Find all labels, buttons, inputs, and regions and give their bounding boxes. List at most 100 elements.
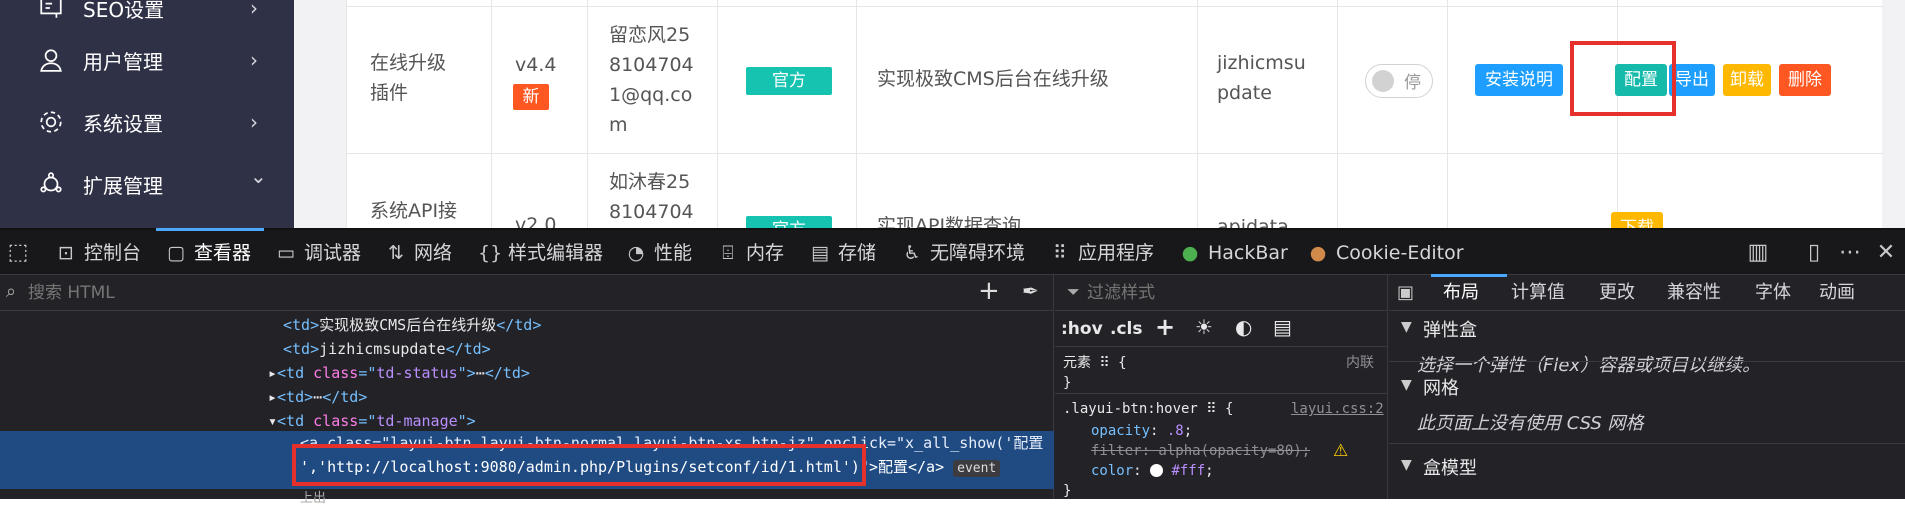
plugin-version: v4.4 (515, 54, 557, 76)
toggle-pane-icon[interactable]: ▣ (1397, 282, 1414, 303)
plugin-name: 在线升级 插件 (370, 52, 447, 104)
sidebar-item-label: 系统设置 (83, 111, 163, 136)
box-model-header[interactable]: 盒模型 (1423, 454, 1477, 480)
tab-debugger[interactable]: ▭ 调试器 (274, 230, 361, 276)
code-line[interactable]: ▸<td class="td-status">⋯</td> (268, 361, 530, 385)
tab-accessibility[interactable]: ♿ 无障碍环境 (900, 230, 1025, 276)
subtab-layout[interactable]: 布局 (1443, 275, 1479, 311)
official-badge: 官方 (746, 216, 832, 228)
class-toggle[interactable]: .cls (1110, 319, 1142, 339)
flexbox-header[interactable]: 弹性盒 (1423, 316, 1477, 342)
code-line[interactable]: <td>实现极致CMS后台在线升级</td> (283, 313, 541, 337)
element-rule[interactable]: 元素 ⠿ { (1063, 351, 1127, 375)
plugin-filename: apidata (1217, 216, 1289, 228)
download-button[interactable]: 下载 (1611, 212, 1663, 228)
filter-icon: ⏷ (1067, 282, 1080, 301)
collapse-arrow-icon[interactable]: ▼ (1401, 457, 1412, 473)
debugger-icon: ▭ (277, 242, 295, 264)
add-node-icon[interactable]: + (978, 276, 1000, 306)
html-search-bar: ⌕ + ✒ (0, 275, 1054, 311)
memory-icon: ⌹ (722, 242, 734, 264)
light-mode-icon[interactable]: ☀ (1195, 315, 1213, 339)
subtab-fonts[interactable]: 字体 (1755, 275, 1791, 311)
status-label: 停 (1404, 73, 1421, 93)
tab-inspector[interactable]: ▢ 查看器 (164, 230, 251, 276)
tab-style-editor[interactable]: {} 样式编辑器 (478, 230, 603, 276)
warning-icon: ⚠ (1333, 441, 1349, 461)
subtab-animations[interactable]: 动画 (1819, 275, 1855, 311)
expand-arrow-icon[interactable]: ▸ (268, 364, 277, 382)
extension-icon (40, 172, 62, 193)
collapse-arrow-icon[interactable]: ▾ (268, 412, 277, 430)
uninstall-button[interactable]: 卸载 (1723, 64, 1771, 96)
css-declaration[interactable]: color: #fff; (1091, 459, 1214, 483)
search-html-input[interactable] (28, 279, 928, 307)
storage-icon: ▤ (811, 242, 829, 264)
code-line[interactable]: <td>jizhicmsupdate</td> (283, 337, 491, 361)
plugin-description: 实现API数据查询 (877, 215, 1022, 228)
rules-panel: ⏷ :hov .cls + ☀ ◐ ▤ 元素 ⠿ { 内联 } .layui-b… (1055, 275, 1388, 499)
filter-styles-input[interactable] (1087, 279, 1367, 307)
devtools-panel: ⬚ ⊡ 控制台 ▢ 查看器 ▭ 调试器 ⇅ 网络 {} 样式编辑器 ◔ 性能 ⌹ 内存 ▤ 存储… (0, 228, 1905, 506)
chevron-down-icon: ⌄ (250, 164, 267, 188)
hover-toggle[interactable]: :hov (1061, 319, 1103, 339)
sidebar-item-users[interactable]: 用户管理 › (0, 30, 294, 90)
accessibility-icon: ♿ (903, 242, 921, 264)
code-line[interactable]: ▾<td class="td-manage"> (268, 409, 476, 433)
subtab-changes[interactable]: 更改 (1599, 275, 1635, 311)
sidebar-item-extensions[interactable]: 扩展管理 ⌄ (0, 154, 294, 214)
performance-icon: ◔ (627, 242, 645, 264)
toggle-sidebar-icon[interactable]: ▥ (1744, 239, 1772, 267)
plugin-author: 留恋风25 8104704 1@qq.co m (609, 24, 694, 136)
responsive-design-icon[interactable]: ▯ (1800, 239, 1828, 267)
status-toggle[interactable]: 停 (1365, 64, 1433, 98)
collapse-arrow-icon[interactable]: ▼ (1401, 319, 1412, 335)
admin-sidebar: SEO设置 › 用户管理 › 系统设置 › 扩展管理 ⌄ (0, 0, 294, 228)
event-badge[interactable]: event (953, 460, 1001, 477)
eyedropper-icon[interactable]: ✒ (1022, 279, 1039, 303)
user-icon (40, 49, 62, 72)
install-help-button[interactable]: 安装说明 (1475, 64, 1563, 96)
chevron-right-icon: › (250, 0, 258, 20)
subtab-compatibility[interactable]: 兼容性 (1667, 275, 1721, 311)
code-line[interactable]: ▸<td>⋯</td> (268, 385, 367, 409)
subtab-computed[interactable]: 计算值 (1511, 275, 1565, 311)
close-icon[interactable]: ✕ (1872, 239, 1900, 267)
inspector-icon: ▢ (167, 242, 185, 264)
expand-arrow-icon[interactable]: ▸ (268, 388, 277, 406)
sidebar-item-label: 用户管理 (83, 49, 163, 74)
tab-network[interactable]: ⇅ 网络 (384, 230, 452, 276)
layout-subtabs: ▣ 布局 计算值 更改 兼容性 字体 动画 (1389, 274, 1905, 311)
tab-memory[interactable]: ⌹ 内存 (716, 230, 784, 276)
chevron-right-icon: › (250, 48, 258, 72)
official-badge: 官方 (746, 67, 832, 95)
add-rule-icon[interactable]: + (1155, 313, 1175, 341)
tab-storage[interactable]: ▤ 存储 (808, 230, 876, 276)
plugin-filename: jizhicmsu pdate (1217, 52, 1306, 104)
code-line[interactable]: 上出 (300, 487, 326, 511)
tab-console[interactable]: ⊡ 控制台 (54, 230, 141, 276)
tab-application[interactable]: ⠿ 应用程序 (1048, 230, 1154, 276)
flexbox-description: 选择一个弹性（Flex）容器或项目以继续。 (1417, 355, 1761, 376)
css-selector[interactable]: .layui-btn:hover ⠿ { (1063, 397, 1233, 421)
new-badge: 新 (513, 84, 549, 110)
tab-cookie-editor[interactable]: ● Cookie-Editor (1306, 230, 1464, 276)
color-swatch[interactable] (1150, 464, 1164, 477)
highlight-box-config-button (1570, 41, 1676, 116)
sidebar-item-system-settings[interactable]: 系统设置 › (0, 92, 294, 152)
dark-mode-icon[interactable]: ◐ (1235, 315, 1252, 339)
tab-hackbar[interactable]: ● HackBar (1178, 230, 1288, 276)
grid-description: 此页面上没有使用 CSS 网格 (1417, 413, 1644, 434)
plugin-version: v2.0 (515, 214, 557, 228)
stylesheet-link[interactable]: layui.css:2 (1291, 397, 1384, 421)
hackbar-icon: ● (1181, 242, 1199, 264)
collapse-arrow-icon[interactable]: ▼ (1401, 377, 1412, 393)
tab-performance[interactable]: ◔ 性能 (624, 230, 692, 276)
style-editor-icon: {} (478, 242, 503, 264)
cookie-icon: ● (1309, 242, 1327, 264)
delete-button[interactable]: 删除 (1779, 64, 1831, 96)
grid-header[interactable]: 网格 (1423, 374, 1459, 400)
element-picker-icon[interactable]: ⬚ (4, 239, 32, 267)
print-media-icon[interactable]: ▤ (1273, 315, 1292, 339)
more-options-icon[interactable]: ⋯ (1836, 239, 1864, 267)
